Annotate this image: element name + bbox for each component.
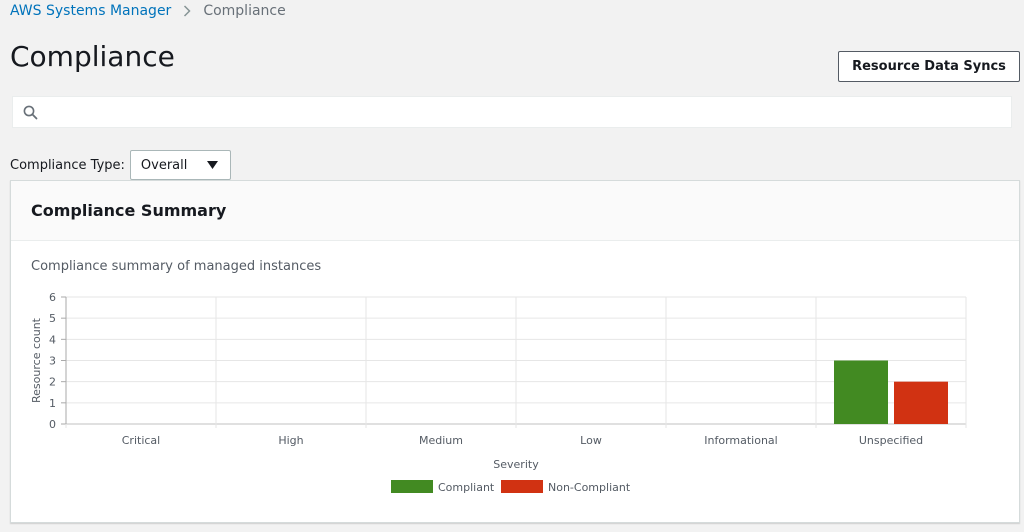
legend-swatch bbox=[501, 480, 543, 493]
compliance-type-value: Overall bbox=[140, 157, 188, 173]
compliance-summary-chart: 0 1 2 3 4 5 6 Critical High Medium Low Informationa… bbox=[30, 291, 967, 494]
y-tick-label: 3 bbox=[49, 355, 56, 368]
bar-compliant bbox=[834, 360, 888, 424]
page-title: Compliance bbox=[10, 40, 175, 73]
y-tick-label: 2 bbox=[49, 376, 56, 389]
x-axis-label: Severity bbox=[493, 458, 539, 471]
x-tick-label: Medium bbox=[419, 434, 463, 447]
resource-data-syncs-button[interactable]: Resource Data Syncs bbox=[838, 51, 1020, 82]
search-icon bbox=[23, 105, 38, 120]
legend-label: Non-Compliant bbox=[548, 481, 631, 494]
chevron-right-icon bbox=[183, 5, 191, 17]
breadcrumb-current: Compliance bbox=[203, 3, 286, 19]
caret-down-icon bbox=[206, 158, 218, 172]
y-tick-label: 6 bbox=[49, 291, 56, 304]
x-tick-label: High bbox=[278, 434, 303, 447]
y-tick-label: 4 bbox=[49, 333, 56, 346]
search-input[interactable] bbox=[46, 98, 1011, 126]
y-tick-label: 1 bbox=[49, 397, 56, 410]
y-tick-label: 0 bbox=[49, 418, 56, 431]
x-tick-label: Critical bbox=[122, 434, 160, 447]
search-bar[interactable] bbox=[12, 96, 1012, 128]
legend-label: Compliant bbox=[438, 481, 495, 494]
compliance-type-select[interactable]: Overall bbox=[129, 150, 231, 180]
breadcrumb: AWS Systems Manager Compliance bbox=[10, 2, 286, 20]
compliance-type-label: Compliance Type: bbox=[10, 157, 125, 173]
x-tick-label: Low bbox=[580, 434, 602, 447]
legend-swatch bbox=[391, 480, 433, 493]
breadcrumb-link-systems-manager[interactable]: AWS Systems Manager bbox=[10, 3, 171, 19]
compliance-summary-panel: Compliance Summary Compliance summary of… bbox=[10, 180, 1020, 523]
bar-non-compliant bbox=[894, 381, 948, 424]
x-tick-label: Informational bbox=[704, 434, 777, 447]
y-axis-label: Resource count bbox=[30, 317, 43, 403]
compliance-type-filter: Compliance Type: Overall bbox=[10, 150, 231, 180]
y-tick-label: 5 bbox=[49, 312, 56, 325]
x-tick-label: Unspecified bbox=[859, 434, 923, 447]
